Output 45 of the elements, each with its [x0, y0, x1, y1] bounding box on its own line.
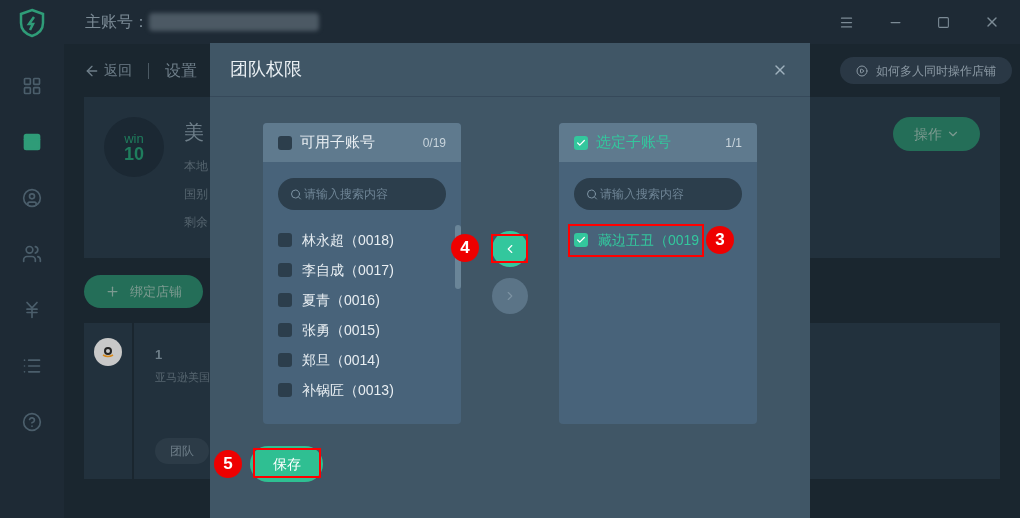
- account-item[interactable]: 林永超（0018): [278, 225, 394, 255]
- checkbox[interactable]: [574, 233, 588, 247]
- checkbox[interactable]: [278, 323, 292, 337]
- back-link[interactable]: 返回: [84, 60, 132, 81]
- panel-count: 0/19: [422, 134, 446, 152]
- checkbox[interactable]: [278, 233, 292, 247]
- version-badge: win 10: [104, 117, 164, 177]
- panel-count: 1/1: [725, 134, 742, 152]
- account-item[interactable]: 夏青（0016): [278, 285, 380, 315]
- store-number: 1: [155, 346, 163, 364]
- search-field[interactable]: 请输入搜索内容: [278, 178, 446, 210]
- maximize-icon[interactable]: [937, 15, 950, 29]
- account-label: 主账号：: [85, 12, 149, 32]
- annotation-frame: [491, 234, 528, 263]
- search-icon: [290, 187, 302, 201]
- checkbox[interactable]: [278, 135, 292, 150]
- checkbox[interactable]: [278, 263, 292, 277]
- account-item[interactable]: 补锅匠（0013): [278, 375, 394, 405]
- search-input[interactable]: 请输入搜索内容: [304, 185, 434, 203]
- panel-title: 可用子账号: [300, 132, 375, 153]
- account-item[interactable]: 藏边五丑（0019: [574, 225, 700, 255]
- help-video-button[interactable]: 如何多人同时操作店铺: [840, 57, 1012, 84]
- menu-icon[interactable]: [839, 14, 854, 30]
- check-icon: [576, 137, 586, 148]
- search-field[interactable]: 请输入搜索内容: [574, 178, 742, 210]
- search-icon: [586, 187, 598, 201]
- annotation-frame: [253, 448, 321, 478]
- checkbox[interactable]: [278, 293, 292, 307]
- check-icon: [576, 235, 586, 245]
- panel-title: 选定子账号: [596, 132, 671, 153]
- page-title: 设置: [165, 60, 197, 81]
- checkbox[interactable]: [574, 135, 588, 150]
- checkbox[interactable]: [278, 353, 292, 367]
- account-item[interactable]: 郑旦（0014): [278, 345, 380, 375]
- checkbox[interactable]: [278, 383, 292, 397]
- store-logo-icon: [94, 338, 122, 366]
- shield-logo-icon: [18, 8, 46, 38]
- play-icon: [856, 64, 868, 77]
- account-item[interactable]: 张勇（0015): [278, 315, 380, 345]
- plus-icon: [105, 284, 120, 299]
- profile-name: 美: [184, 120, 205, 145]
- dialog-title: 团队权限: [230, 58, 302, 81]
- search-input[interactable]: 请输入搜索内容: [600, 185, 730, 203]
- account-item[interactable]: 李自成（0017): [278, 255, 394, 285]
- team-button[interactable]: 团队: [155, 438, 209, 464]
